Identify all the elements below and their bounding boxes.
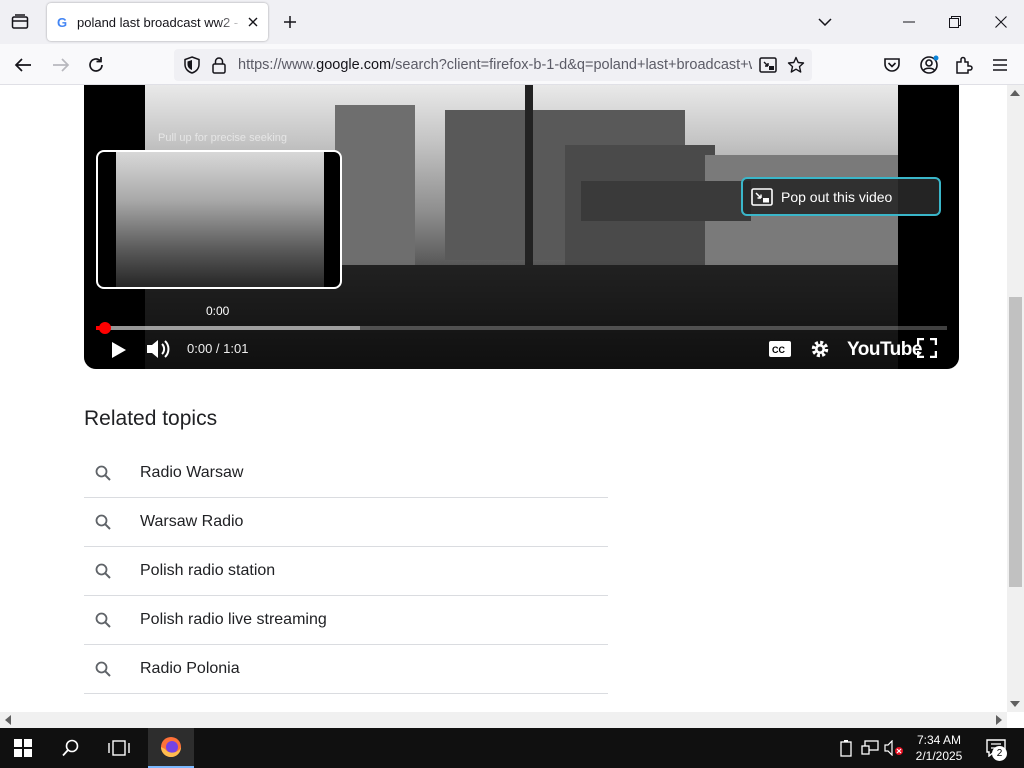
restore-button[interactable] (932, 0, 978, 44)
google-favicon-icon: G (55, 14, 71, 30)
bookmark-star-icon[interactable] (786, 55, 806, 75)
scroll-up-arrow-icon[interactable] (1007, 85, 1023, 101)
active-tab[interactable]: G poland last broadcast ww2 - Google Sea… (47, 3, 268, 41)
navigation-toolbar: https://www.google.com/search?client=fir… (0, 44, 1024, 85)
seek-bar[interactable] (96, 326, 947, 330)
tracking-protection-shield-icon[interactable] (182, 55, 202, 75)
clock-date: 2/1/2025 (915, 749, 963, 763)
search-icon[interactable] (48, 728, 94, 768)
scroll-down-arrow-icon[interactable] (1007, 696, 1023, 712)
vertical-scrollbar[interactable] (1007, 85, 1024, 712)
account-avatar-icon[interactable] (916, 52, 942, 78)
related-topic-label: Polish radio live streaming (140, 611, 327, 628)
search-icon (84, 561, 140, 581)
youtube-video-player[interactable]: Pull up for precise seeking 0:00 Pop out… (84, 85, 959, 369)
preview-timestamp: 0:00 (206, 304, 230, 318)
firefox-taskbar-icon[interactable] (148, 728, 194, 768)
youtube-logo[interactable]: YouTube (847, 339, 922, 361)
scroll-right-arrow-icon[interactable] (991, 712, 1007, 728)
address-bar[interactable]: https://www.google.com/search?client=fir… (174, 49, 812, 81)
search-icon (84, 659, 140, 679)
back-arrow-icon[interactable] (10, 52, 36, 78)
related-topic-item[interactable]: Polish radio live streaming (84, 596, 608, 645)
close-window-button[interactable] (978, 0, 1024, 44)
time-display: 0:00 / 1:01 (187, 341, 249, 356)
reader-view-icon[interactable] (758, 55, 778, 75)
related-topic-label: Radio Warsaw (140, 464, 244, 481)
page-content: Pull up for precise seeking 0:00 Pop out… (0, 85, 1007, 712)
scroll-left-arrow-icon[interactable] (0, 712, 16, 728)
pop-out-video-button[interactable]: Pop out this video (741, 177, 941, 216)
svg-text:CC: CC (772, 345, 785, 355)
search-icon (84, 463, 140, 483)
reload-icon[interactable] (83, 52, 109, 78)
related-topic-item[interactable]: Warsaw Radio (84, 498, 608, 547)
extensions-puzzle-icon[interactable] (951, 52, 977, 78)
windows-start-icon[interactable] (0, 728, 46, 768)
task-view-icon[interactable] (96, 728, 142, 768)
forward-arrow-icon[interactable] (48, 52, 74, 78)
seek-hint: Pull up for precise seeking (158, 132, 288, 144)
minimize-button[interactable] (886, 0, 932, 44)
seek-knob[interactable] (99, 322, 111, 334)
related-topic-item[interactable]: Radio Warsaw (84, 449, 608, 498)
new-tab-button[interactable] (279, 11, 301, 33)
loaded-progress (96, 326, 360, 330)
padlock-icon[interactable] (209, 55, 229, 75)
url-text: https://www.google.com/search?client=fir… (238, 57, 752, 73)
battery-icon[interactable] (836, 738, 856, 758)
play-icon[interactable] (108, 338, 130, 362)
related-topic-item[interactable]: Polish radio station (84, 547, 608, 596)
svg-text:G: G (57, 15, 67, 29)
fullscreen-icon[interactable] (916, 337, 938, 359)
related-topic-item[interactable]: Radio Polonia (84, 645, 608, 694)
horizontal-scrollbar[interactable] (0, 712, 1007, 728)
seek-preview-thumbnail (96, 150, 342, 289)
picture-in-picture-icon (751, 187, 773, 206)
tab-bar: G poland last broadcast ww2 - Google Sea… (0, 0, 1024, 44)
notification-count-badge: 2 (992, 746, 1007, 761)
settings-gear-icon[interactable] (807, 337, 833, 361)
related-topic-label: Polish radio station (140, 562, 276, 579)
related-topics-heading: Related topics (84, 407, 218, 430)
search-icon (84, 512, 140, 532)
volume-icon[interactable] (144, 336, 174, 362)
close-tab-icon[interactable] (244, 13, 262, 31)
list-all-tabs-chevron-icon[interactable] (814, 11, 836, 33)
preview-image (116, 152, 324, 287)
tab-list-icon[interactable] (8, 10, 32, 34)
search-icon (84, 610, 140, 630)
pocket-icon[interactable] (879, 52, 905, 78)
closed-captions-icon[interactable]: CC (767, 338, 793, 360)
windows-taskbar: 7:34 AM 2/1/2025 (0, 728, 1024, 768)
related-topic-label: Radio Polonia (140, 660, 240, 677)
hamburger-menu-icon[interactable] (987, 52, 1013, 78)
related-topic-label: Warsaw Radio (140, 513, 244, 530)
system-clock[interactable]: 7:34 AM 2/1/2025 (906, 732, 972, 764)
vertical-scroll-thumb[interactable] (1009, 297, 1022, 587)
tab-title: poland last broadcast ww2 - Google Searc… (77, 14, 243, 30)
clock-time: 7:34 AM (916, 733, 962, 747)
pop-out-label: Pop out this video (781, 188, 893, 205)
volume-muted-icon[interactable] (884, 738, 904, 758)
network-icon[interactable] (860, 738, 880, 758)
